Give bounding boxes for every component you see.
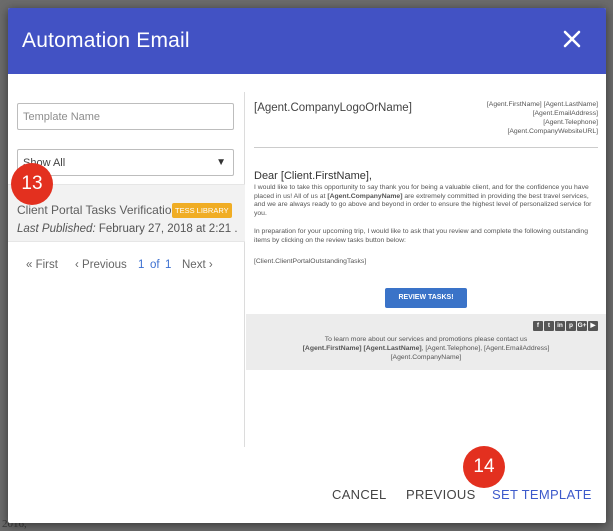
email-paragraph-1: I would like to take this opportunity to…: [254, 184, 599, 218]
footer-line-3: [Agent.CompanyName]: [390, 354, 462, 361]
footer-agent-contact: , [Agent.Telephone], [Agent.EmailAddress…: [421, 345, 550, 352]
pagination-of: of: [150, 259, 160, 271]
annotation-marker-14: 14: [463, 446, 505, 488]
greeting: Dear [Client.FirstName],: [254, 170, 372, 182]
cancel-button[interactable]: CANCEL: [332, 487, 387, 502]
template-published-meta: Last Published: February 27, 2018 at 2:2…: [17, 223, 237, 235]
social-icons: f t in p G+ ▶: [533, 321, 598, 331]
chevron-down-icon: ▼: [216, 157, 226, 168]
footer-line-1: To learn more about our services and pro…: [324, 336, 528, 343]
footer-agent-name: [Agent.FirstName] [Agent.LastName]: [302, 345, 422, 352]
template-name: Client Portal Tasks Verification: [17, 203, 179, 217]
company-logo-placeholder: [Agent.CompanyLogoOrName]: [254, 102, 412, 114]
footer-line-2: [Agent.FirstName] [Agent.LastName], [Age…: [246, 344, 606, 353]
last-published-value: February 27, 2018 at 2:21 ...: [98, 223, 237, 235]
template-list-panel: Show All ▼ Client Portal Tasks Verificat…: [8, 92, 245, 447]
outstanding-tasks-placeholder: [Client.ClientPortalOutstandingTasks]: [254, 258, 367, 265]
tess-library-badge: TESS LIBRARY: [172, 203, 232, 218]
facebook-icon[interactable]: f: [533, 321, 543, 331]
dialog-title: Automation Email: [22, 29, 190, 52]
agent-telephone-line: [Agent.Telephone]: [543, 119, 598, 126]
set-template-button[interactable]: SET TEMPLATE: [492, 487, 592, 502]
previous-button[interactable]: PREVIOUS: [406, 487, 476, 502]
template-name-input[interactable]: [17, 103, 234, 130]
pagination-next[interactable]: Next ›: [182, 259, 213, 271]
google-plus-icon[interactable]: G+: [577, 321, 587, 331]
agent-info-block: [Agent.FirstName] [Agent.LastName] [Agen…: [487, 100, 598, 136]
footer-contact-text: To learn more about our services and pro…: [246, 335, 606, 362]
automation-email-dialog: Automation Email Show All ▼ Client Porta…: [8, 8, 606, 523]
para1-company-name: [Agent.CompanyName]: [327, 192, 403, 200]
youtube-icon[interactable]: ▶: [588, 321, 598, 331]
twitter-icon[interactable]: t: [544, 321, 554, 331]
header-divider: [254, 147, 598, 148]
close-icon[interactable]: [560, 27, 584, 51]
agent-email-line: [Agent.EmailAddress]: [532, 110, 598, 117]
agent-website-line: [Agent.CompanyWebsiteURL]: [507, 128, 598, 135]
email-paragraph-2: In preparation for your upcoming trip, I…: [254, 228, 588, 244]
dialog-header: Automation Email: [8, 8, 606, 74]
linkedin-icon[interactable]: in: [555, 321, 565, 331]
pinterest-icon[interactable]: p: [566, 321, 576, 331]
pagination-current[interactable]: 1: [138, 259, 144, 271]
email-footer: f t in p G+ ▶ To learn more about our se…: [246, 314, 606, 370]
annotation-marker-13: 13: [11, 163, 53, 205]
pagination-total[interactable]: 1: [165, 259, 171, 271]
last-published-label: Last Published:: [17, 223, 96, 235]
agent-name-line: [Agent.FirstName] [Agent.LastName]: [486, 101, 598, 108]
pagination-previous[interactable]: ‹ Previous: [75, 259, 127, 271]
pagination-first[interactable]: « First: [26, 259, 58, 271]
review-tasks-button[interactable]: REVIEW TASKS!: [385, 288, 467, 308]
dialog-actions: CANCEL PREVIOUS SET TEMPLATE: [8, 447, 606, 523]
email-preview: [Agent.CompanyLogoOrName] [Agent.FirstNa…: [246, 92, 606, 447]
